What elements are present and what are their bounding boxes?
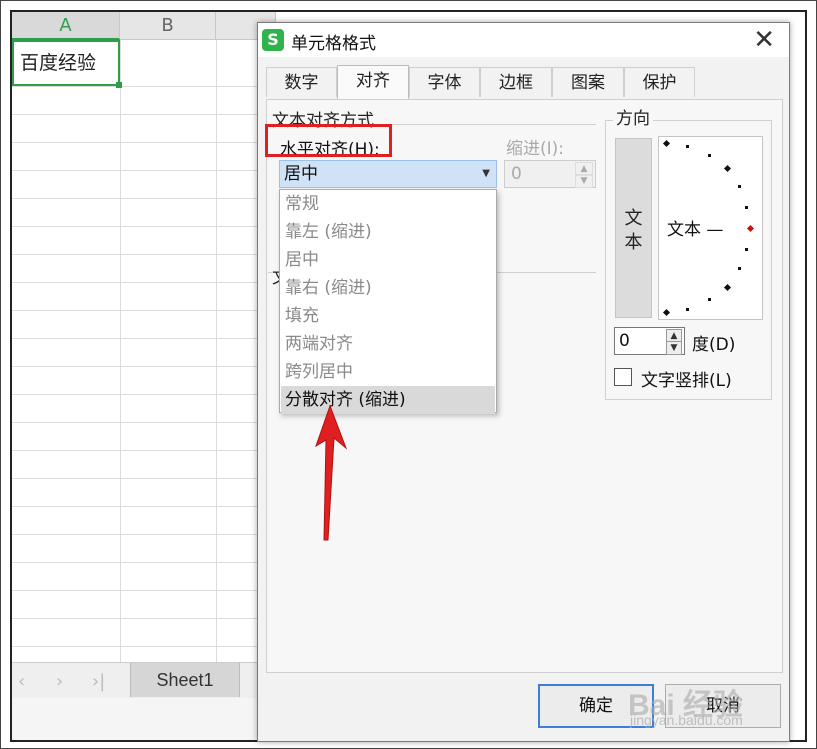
cell-a1[interactable]: 百度经验: [12, 40, 122, 88]
status-bar: [12, 698, 272, 740]
vertical-text-checkbox-label: 文字竖排(L): [641, 371, 732, 391]
fill-handle[interactable]: [116, 82, 122, 88]
option-fill[interactable]: 填充: [281, 302, 495, 330]
grid-line: [12, 338, 272, 339]
dropdown-caret-icon: ▼: [482, 168, 490, 179]
tab-number[interactable]: 数字: [266, 67, 337, 97]
option-justify[interactable]: 两端对齐: [281, 330, 495, 358]
watermark-url: jingyan.baidu.com: [630, 712, 743, 728]
indent-spinner[interactable]: 0 ▲ ▼: [504, 160, 596, 188]
vertical-text-label: 文本: [624, 208, 643, 253]
option-general[interactable]: 常规: [281, 190, 495, 218]
grid-line: [12, 422, 272, 423]
grid-line: [12, 646, 272, 647]
tab-alignment[interactable]: 对齐: [337, 65, 409, 99]
next-sheet-icon[interactable]: ›: [56, 671, 63, 692]
dialog-titlebar[interactable]: S 单元格格式 ✕: [258, 23, 789, 57]
first-sheet-icon[interactable]: ‹: [18, 671, 25, 692]
grid-line: [12, 450, 272, 451]
indent-value: 0: [511, 164, 522, 184]
spin-down-icon[interactable]: ▼: [666, 341, 682, 355]
horizontal-align-select[interactable]: 居中 ▼: [279, 160, 497, 188]
tab-pattern[interactable]: 图案: [552, 67, 624, 97]
wps-spreadsheet-icon: S: [262, 29, 284, 51]
degree-value: 0: [619, 331, 630, 351]
grid-line: [12, 170, 272, 171]
tab-font[interactable]: 字体: [409, 67, 480, 97]
degree-label: 度(D): [692, 335, 736, 355]
close-icon[interactable]: ✕: [753, 25, 775, 55]
vertical-text-button[interactable]: 文本: [615, 138, 652, 318]
sheet-tab-sheet1[interactable]: Sheet1: [130, 663, 240, 697]
grid-line: [12, 114, 272, 115]
column-header-a[interactable]: A: [12, 12, 120, 40]
degree-spinner[interactable]: 0 ▲ ▼: [614, 327, 685, 355]
orientation-dial[interactable]: 文本 —: [658, 136, 763, 320]
grid-line: [216, 40, 217, 670]
grid-line: [12, 618, 272, 619]
orientation-group-title: 方向: [613, 104, 653, 129]
vertical-text-checkbox[interactable]: [614, 368, 632, 386]
cell-a1-text: 百度经验: [20, 52, 97, 74]
dialog-title: 单元格格式: [291, 34, 376, 54]
option-center[interactable]: 居中: [281, 246, 495, 274]
grid-line: [12, 394, 272, 395]
horizontal-align-value: 居中: [284, 164, 318, 184]
grid-line: [12, 562, 272, 563]
grid-line: [12, 506, 272, 507]
sheet-tab-bar: ‹ › ›| Sheet1: [12, 662, 272, 699]
grid-line: [12, 590, 272, 591]
grid-line: [12, 534, 272, 535]
horizontal-align-dropdown: 常规 靠左 (缩进) 居中 靠右 (缩进) 填充 两端对齐 跨列居中 分散对齐 …: [279, 189, 497, 414]
tab-border[interactable]: 边框: [480, 67, 552, 97]
grid-line: [12, 198, 272, 199]
last-sheet-icon[interactable]: ›|: [92, 671, 105, 692]
grid-line: [12, 282, 272, 283]
highlight-box: [265, 124, 392, 157]
grid-line: [12, 310, 272, 311]
option-left-indent[interactable]: 靠左 (缩进): [281, 218, 495, 246]
spin-down-icon[interactable]: ▼: [575, 174, 593, 188]
option-right-indent[interactable]: 靠右 (缩进): [281, 274, 495, 302]
grid-line: [12, 254, 272, 255]
grid-line: [12, 366, 272, 367]
tab-protection[interactable]: 保护: [624, 67, 695, 97]
grid-line: [120, 40, 121, 670]
column-header-b[interactable]: B: [120, 12, 216, 40]
option-center-across[interactable]: 跨列居中: [281, 358, 495, 386]
dial-text-label: 文本 —: [667, 220, 724, 240]
grid-line: [12, 142, 272, 143]
red-arrow-annotation-icon: [315, 404, 348, 541]
grid-line: [12, 86, 272, 87]
grid-line: [12, 226, 272, 227]
grid-line: [12, 478, 272, 479]
indent-label: 缩进(I):: [506, 139, 565, 159]
